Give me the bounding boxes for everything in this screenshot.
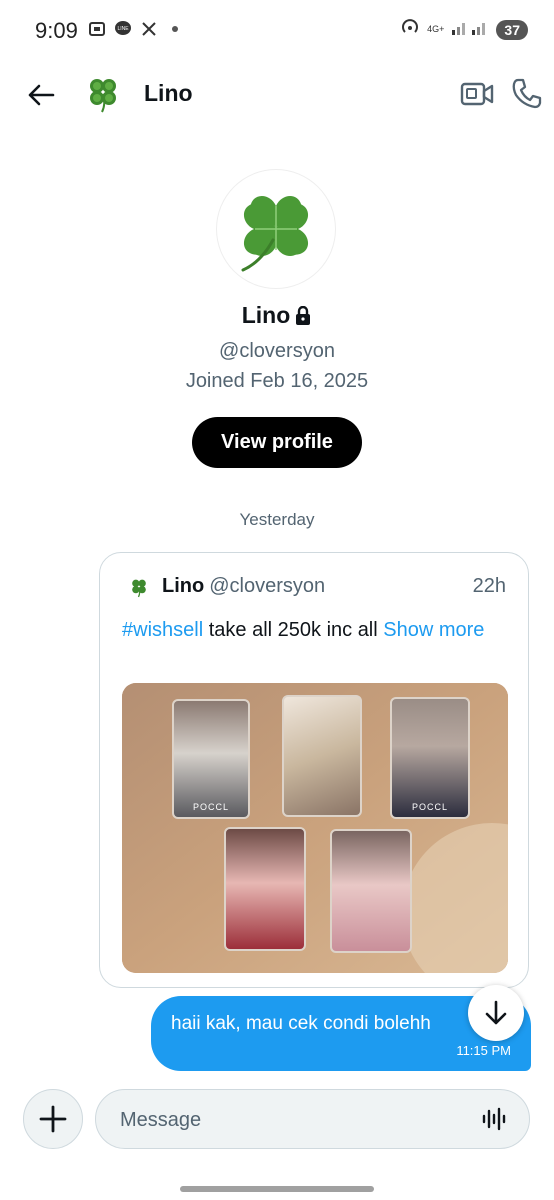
voice-wave-icon (482, 1107, 506, 1131)
signal-icon (452, 19, 488, 40)
view-profile-button[interactable]: View profile (192, 417, 362, 468)
profile-name: Lino (241, 302, 291, 328)
lock-icon (296, 305, 311, 325)
status-time: 9:09 (35, 18, 78, 43)
phone-call-button[interactable] (510, 76, 544, 110)
clover-icon (90, 79, 116, 113)
date-separator: Yesterday (239, 510, 315, 529)
photocard-3: POCCL (390, 697, 470, 819)
post-timestamp: 22h (472, 575, 506, 597)
photocard-4 (224, 827, 306, 951)
video-call-button[interactable] (460, 78, 494, 110)
add-media-button[interactable] (23, 1089, 83, 1149)
home-indicator[interactable] (180, 1186, 374, 1192)
back-arrow-icon (28, 84, 55, 106)
message-text: haii kak, mau cek condi bolehh (171, 1013, 431, 1034)
status-notification-icons: LINE (88, 20, 184, 38)
message-time: 11:15 PM (456, 1043, 511, 1058)
voice-message-button[interactable] (481, 1106, 507, 1132)
shared-post-card[interactable]: Lino @cloversyon 22h #wishsell take all … (99, 552, 529, 988)
message-input[interactable] (118, 1090, 462, 1150)
photocard-5 (330, 829, 412, 953)
arrow-down-icon (485, 1000, 507, 1025)
status-system-icons: 4G+ 37 (401, 18, 528, 41)
clover-icon (132, 579, 146, 597)
photocard-label: POCCL (411, 802, 448, 812)
network-label: 4G+ (427, 24, 445, 34)
post-body: take all 250k inc all (203, 619, 384, 641)
message-composer[interactable] (95, 1089, 530, 1150)
photocard-2 (282, 695, 362, 817)
phone-icon (512, 78, 542, 109)
dot-icon (166, 20, 184, 38)
x-app-icon (140, 20, 158, 38)
battery-indicator: 37 (496, 19, 528, 40)
profile-joined-date: Joined Feb 16, 2025 (185, 370, 369, 392)
photocard-label: POCCL (192, 802, 229, 812)
post-hashtag[interactable]: #wishsell (122, 619, 203, 641)
post-text: #wishsell take all 250k inc all Show mor… (122, 615, 504, 645)
post-author-handle: @cloversyon (209, 575, 326, 597)
screenshot-icon (88, 20, 106, 38)
show-more-link[interactable]: Show more (383, 619, 484, 641)
back-button[interactable] (24, 78, 58, 112)
clover-icon (241, 195, 309, 272)
plus-icon (39, 1105, 67, 1133)
line-app-icon: LINE (114, 20, 132, 38)
hotspot-icon (401, 18, 419, 41)
profile-name-row: Lino (0, 302, 554, 329)
post-image[interactable]: POCCL POCCL (122, 683, 508, 973)
profile-handle: @cloversyon (219, 340, 335, 362)
header-avatar[interactable] (82, 72, 124, 114)
video-call-icon (460, 82, 494, 106)
header-title[interactable]: Lino (144, 80, 193, 107)
post-header: Lino @cloversyon 22h (128, 575, 506, 598)
status-bar: 9:09 LINE 4G+ 37 (0, 0, 554, 60)
post-author-name: Lino (162, 575, 205, 597)
scroll-to-bottom-button[interactable] (468, 985, 524, 1041)
profile-avatar[interactable] (217, 170, 335, 288)
photocard-1: POCCL (172, 699, 250, 819)
svg-text:LINE: LINE (117, 26, 129, 32)
